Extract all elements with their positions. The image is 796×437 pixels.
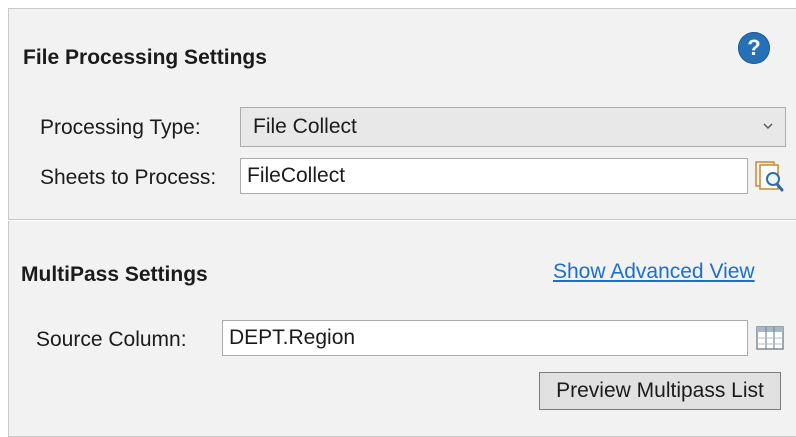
document-search-icon[interactable] (755, 159, 785, 193)
multipass-settings-title: MultiPass Settings (21, 263, 208, 286)
chevron-down-icon (763, 123, 773, 129)
source-column-label: Source Column: (36, 328, 187, 351)
source-column-input[interactable]: DEPT.Region (222, 320, 748, 356)
file-processing-title: File Processing Settings (23, 46, 267, 69)
preview-multipass-list-button[interactable]: Preview Multipass List (539, 372, 781, 410)
sheets-to-process-label: Sheets to Process: (40, 166, 217, 189)
section-divider (8, 219, 796, 221)
sheets-to-process-input[interactable]: FileCollect (240, 158, 748, 194)
help-icon[interactable]: ? (738, 32, 770, 64)
show-advanced-view-link[interactable]: Show Advanced View (553, 260, 755, 284)
processing-type-select[interactable]: File Collect (240, 107, 786, 147)
processing-type-label: Processing Type: (40, 116, 201, 139)
processing-type-value: File Collect (253, 115, 357, 138)
table-columns-icon[interactable] (756, 326, 784, 352)
